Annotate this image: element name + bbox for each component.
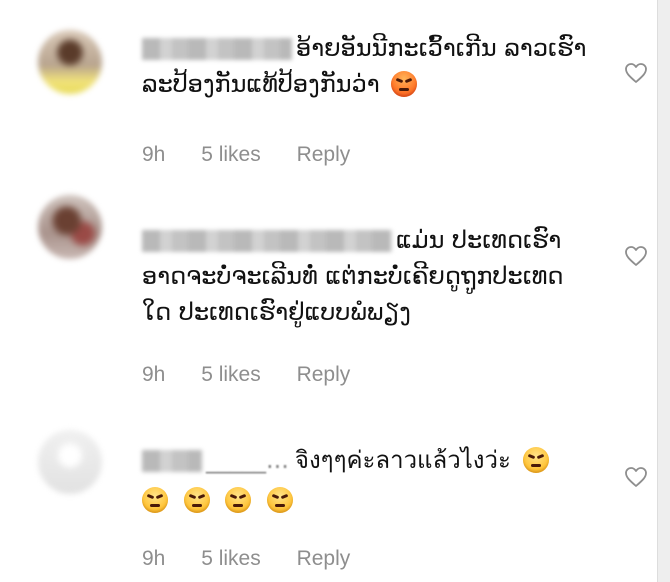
- likes-count[interactable]: 5 likes: [201, 547, 261, 570]
- comment-line-2: ລະປ້ອງກັນແທ້ປ້ອງກັນວ່າ: [142, 70, 380, 98]
- angry-face-icon: [522, 447, 549, 473]
- avatar[interactable]: [38, 430, 102, 494]
- emoji-row: [142, 482, 612, 518]
- username-blurred[interactable]: [142, 450, 202, 472]
- comment-line-1: ແມ່ນ ປະເທດເຮົາ: [396, 226, 562, 254]
- reply-button[interactable]: Reply: [297, 143, 351, 166]
- avatar[interactable]: [38, 30, 102, 94]
- like-heart-icon[interactable]: [624, 466, 648, 488]
- angry-face-icon: [142, 487, 168, 513]
- angry-face-icon: [183, 487, 210, 513]
- username-blurred[interactable]: [142, 38, 292, 60]
- pouting-face-icon: [391, 71, 418, 97]
- comment-meta: 9h 5 likes Reply: [142, 547, 380, 571]
- timestamp: 9h: [142, 547, 166, 570]
- username-fragment[interactable]: _____...: [206, 446, 289, 474]
- like-heart-icon[interactable]: [624, 62, 648, 84]
- username-blurred[interactable]: [142, 230, 392, 252]
- comment-meta: 9h 5 likes Reply: [142, 143, 380, 167]
- avatar[interactable]: [38, 195, 102, 259]
- likes-count[interactable]: 5 likes: [201, 363, 261, 386]
- scroll-rail[interactable]: [657, 0, 670, 582]
- comment-line-3: ໃດ ປະເທດເຮົາຢູ່ແບບພໍພຽງ: [142, 298, 411, 326]
- timestamp: 9h: [142, 363, 166, 386]
- angry-face-icon: [266, 487, 293, 513]
- angry-face-icon: [225, 487, 252, 513]
- comment-line-2: ອາດຈະບໍ່ຈະເລີນທໍ່ ແຕ່ກະບໍ່ເຄີຍດູຖູກປະເທດ: [142, 262, 564, 290]
- comment-text: ອ້າຍອັນນີກະເວົ້າເກີນ ລາວເຮົາ: [142, 30, 612, 66]
- comment-line-1: จิงๆๆค่ะลาวแล้วไงว่ะ: [294, 446, 511, 474]
- comment-meta: 9h 5 likes Reply: [142, 363, 380, 387]
- like-heart-icon[interactable]: [624, 245, 648, 267]
- timestamp: 9h: [142, 143, 166, 166]
- comment-line-1: ອ້າຍອັນນີກະເວົ້າເກີນ ລາວເຮົາ: [296, 34, 587, 62]
- reply-button[interactable]: Reply: [297, 547, 351, 570]
- reply-button[interactable]: Reply: [297, 363, 351, 386]
- likes-count[interactable]: 5 likes: [201, 143, 261, 166]
